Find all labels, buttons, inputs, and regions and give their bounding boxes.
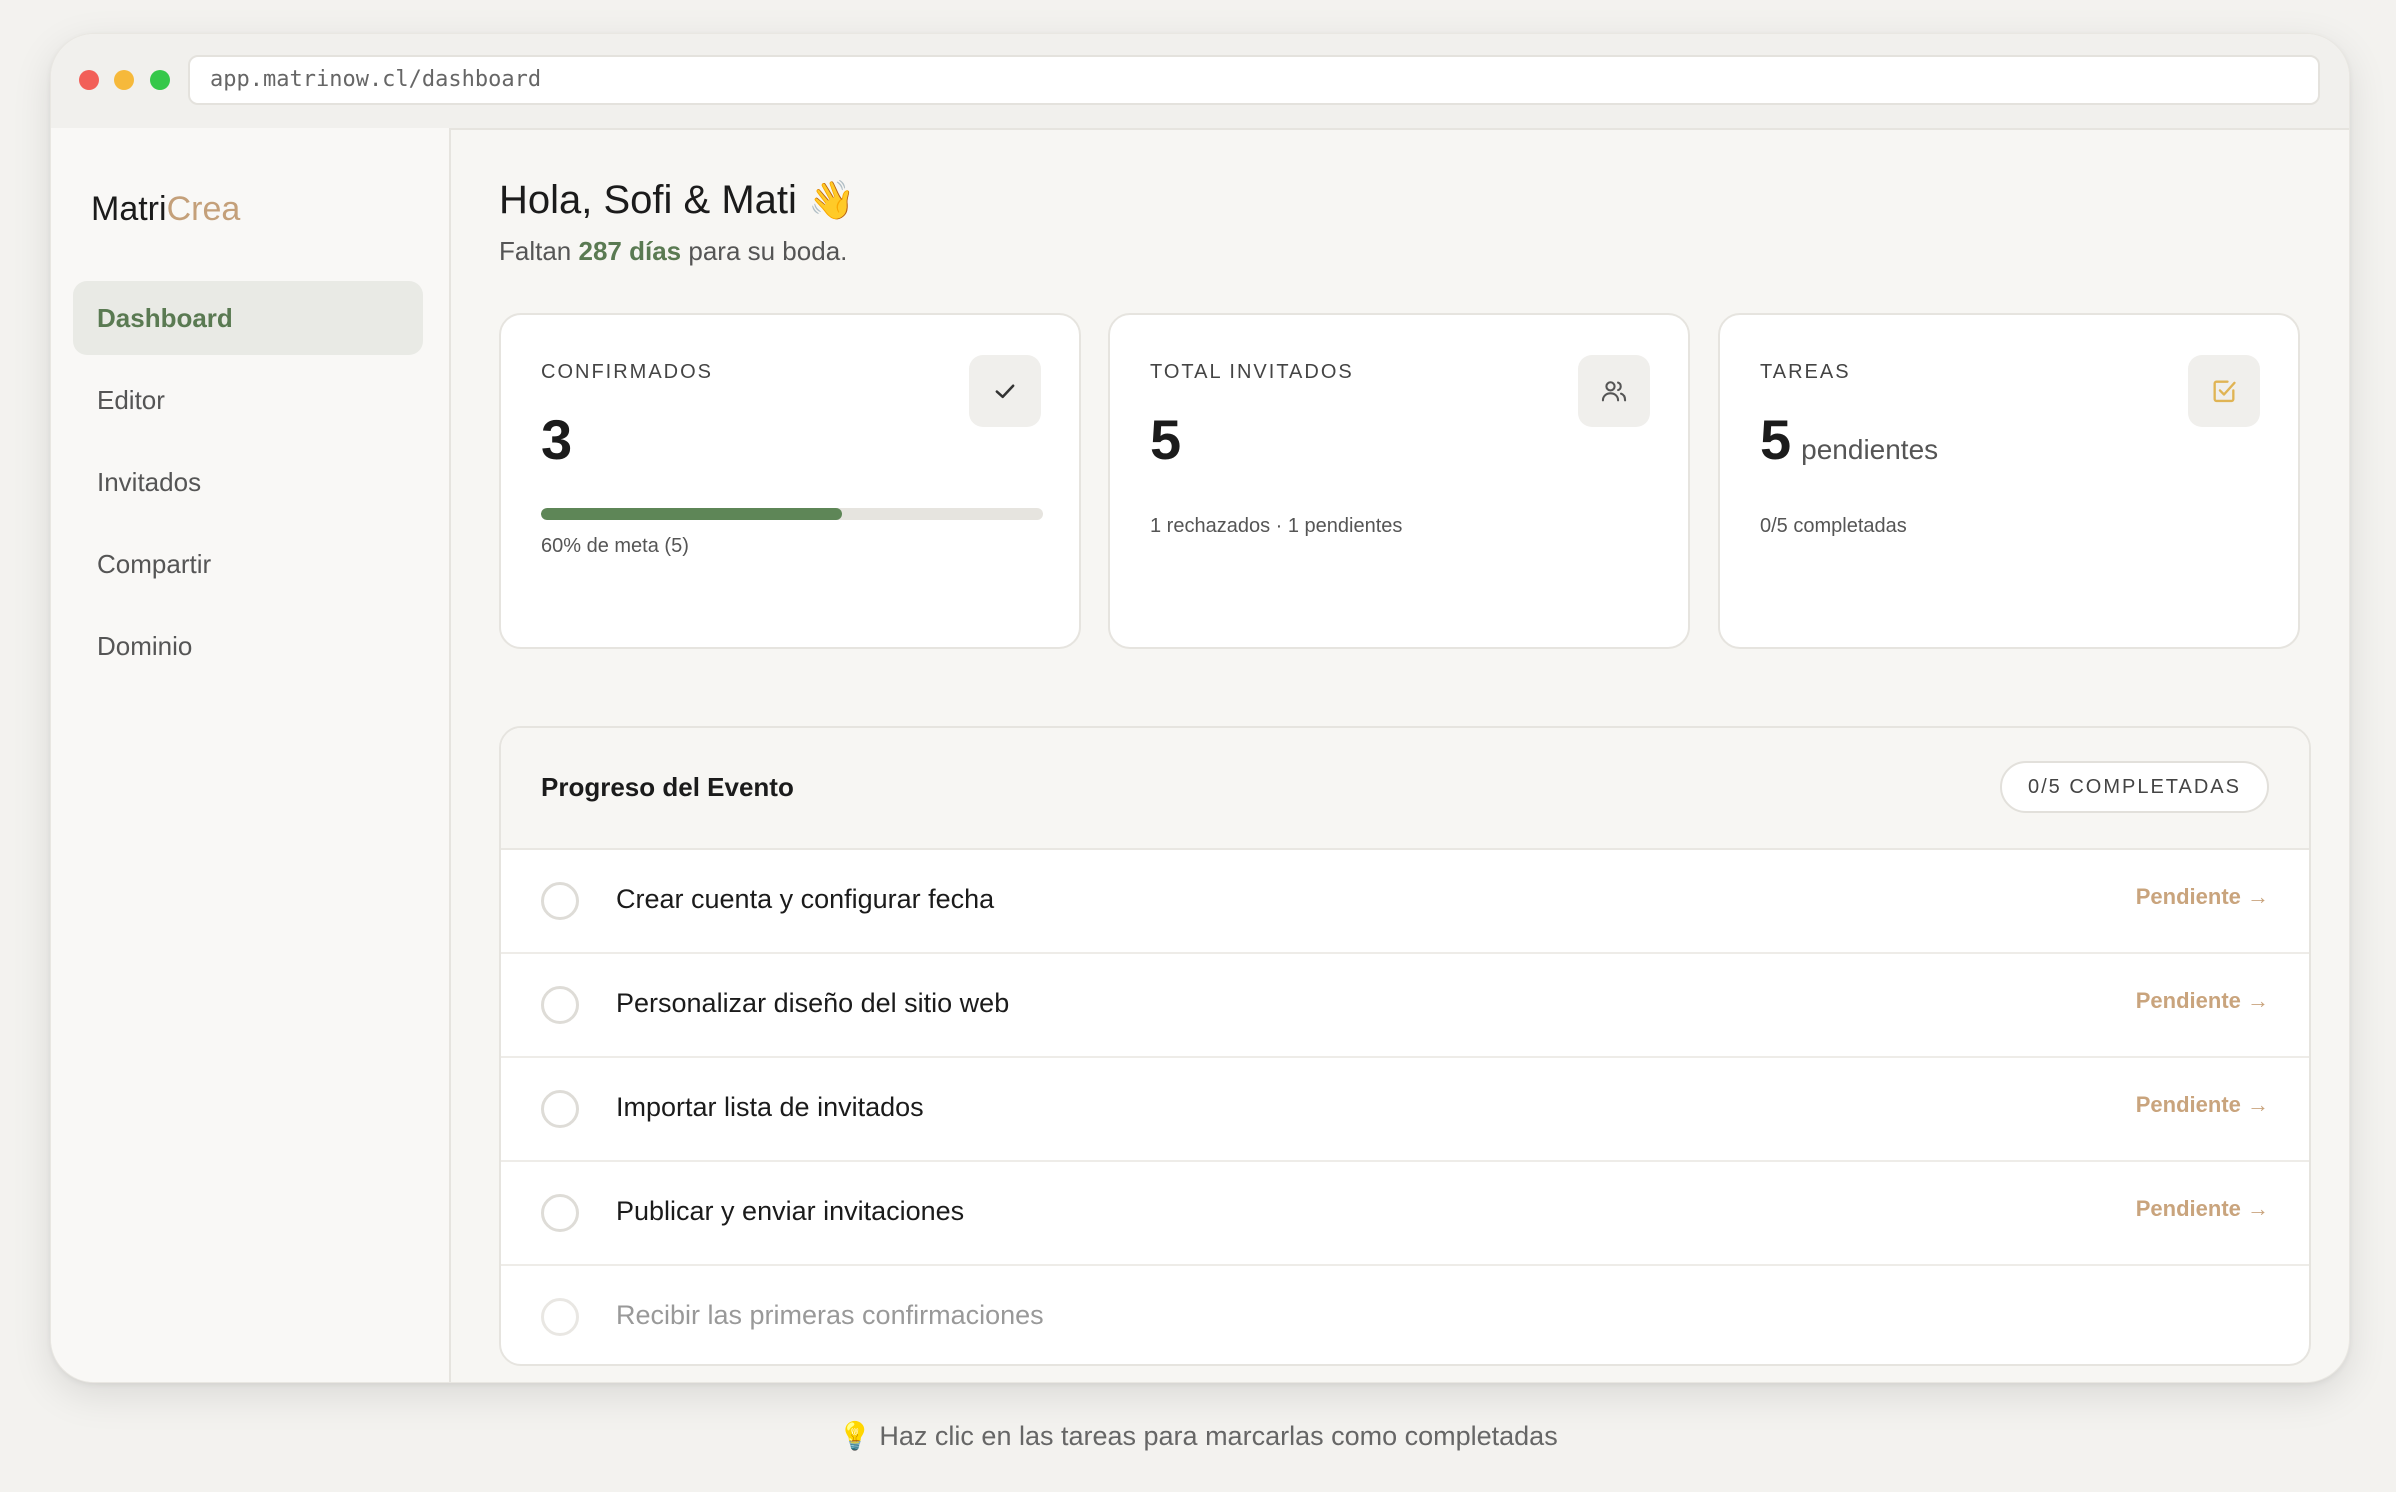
sidebar-item-dashboard[interactable]: Dashboard <box>73 281 423 355</box>
panel-header: Progreso del Evento 0/5 COMPLETADAS <box>501 728 2309 850</box>
task-checkbox[interactable] <box>541 1194 579 1232</box>
card-value: 3 <box>541 408 573 471</box>
card-confirmados: CONFIRMADOS 3 60% de meta (5) <box>499 313 1081 649</box>
users-icon <box>1578 355 1650 427</box>
task-row[interactable]: Crear cuenta y configurar fecha Pendient… <box>501 850 2309 954</box>
countdown-suffix: para su boda. <box>681 236 848 266</box>
task-status-link[interactable]: Pendiente → <box>2136 884 2269 910</box>
task-checkbox[interactable] <box>541 1298 579 1336</box>
task-row[interactable]: Recibir las primeras confirmaciones <box>501 1266 2309 1364</box>
page-title: Hola, Sofi & Mati 👋 <box>499 178 855 223</box>
browser-window: app.matrinow.cl/dashboard MatriCrea Dash… <box>50 33 2350 1383</box>
card-label: CONFIRMADOS <box>541 361 713 383</box>
maximize-window-button[interactable] <box>150 70 170 90</box>
task-label: Personalizar diseño del sitio web <box>616 988 1010 1018</box>
sidebar: MatriCrea Dashboard Editor Invitados Com… <box>51 128 451 1382</box>
task-row[interactable]: Importar lista de invitados Pendiente → <box>501 1058 2309 1162</box>
countdown-text: Faltan 287 días para su boda. <box>499 236 847 267</box>
confirmation-progress-bar <box>541 508 1043 520</box>
browser-titlebar: app.matrinow.cl/dashboard <box>51 34 2349 130</box>
task-label: Publicar y enviar invitaciones <box>616 1196 965 1226</box>
card-value-unit: pendientes <box>1801 434 1939 465</box>
panel-title: Progreso del Evento <box>541 772 794 802</box>
task-label: Crear cuenta y configurar fecha <box>616 884 995 914</box>
sidebar-item-compartir[interactable]: Compartir <box>73 527 423 601</box>
card-meta: 0/5 completadas <box>1760 515 1907 537</box>
card-value-number: 5 <box>1760 408 1792 471</box>
sidebar-item-editor[interactable]: Editor <box>73 363 423 437</box>
card-meta: 60% de meta (5) <box>541 535 689 557</box>
task-checkbox[interactable] <box>541 1090 579 1128</box>
task-status-link[interactable]: Pendiente → <box>2136 988 2269 1014</box>
task-row[interactable]: Publicar y enviar invitaciones Pendiente… <box>501 1162 2309 1266</box>
task-status-link[interactable]: Pendiente → <box>2136 1092 2269 1118</box>
completion-badge: 0/5 COMPLETADAS <box>1999 761 2269 813</box>
task-row[interactable]: Personalizar diseño del sitio web Pendie… <box>501 954 2309 1058</box>
card-label: TAREAS <box>1760 361 1851 383</box>
event-progress-panel: Progreso del Evento 0/5 COMPLETADAS Crea… <box>499 726 2311 1366</box>
logo-main: Matri <box>91 190 167 228</box>
task-label: Importar lista de invitados <box>616 1092 924 1122</box>
countdown-prefix: Faltan <box>499 236 579 266</box>
minimize-window-button[interactable] <box>114 70 134 90</box>
footer-hint: 💡 Haz clic en las tareas para marcarlas … <box>838 1421 1558 1451</box>
sidebar-item-invitados[interactable]: Invitados <box>73 445 423 519</box>
task-label: Recibir las primeras confirmaciones <box>616 1300 1044 1330</box>
close-window-button[interactable] <box>79 70 99 90</box>
card-tareas: TAREAS 5 pendientes 0/5 completadas <box>1718 313 2300 649</box>
address-bar[interactable]: app.matrinow.cl/dashboard <box>188 55 2320 105</box>
progress-fill <box>541 508 843 520</box>
logo[interactable]: MatriCrea <box>91 190 240 229</box>
sidebar-item-dominio[interactable]: Dominio <box>73 609 423 683</box>
greeting-text: Hola, Sofi & Mati <box>499 178 797 222</box>
days-remaining: 287 días <box>578 236 682 266</box>
logo-accent: Crea <box>166 190 241 228</box>
check-icon <box>969 355 1041 427</box>
card-meta: 1 rechazados · 1 pendientes <box>1150 515 1403 537</box>
card-label: TOTAL INVITADOS <box>1150 361 1354 383</box>
task-checkbox[interactable] <box>541 986 579 1024</box>
wave-icon: 👋 <box>808 180 856 222</box>
checkbox-icon <box>2188 355 2260 427</box>
sidebar-nav: Dashboard Editor Invitados Compartir Dom… <box>73 281 423 691</box>
card-value: 5 <box>1150 408 1182 471</box>
card-total-invitados: TOTAL INVITADOS 5 1 rechazados · 1 pendi… <box>1108 313 1690 649</box>
task-checkbox[interactable] <box>541 882 579 920</box>
task-status-link[interactable]: Pendiente → <box>2136 1196 2269 1222</box>
card-value: 5 pendientes <box>1760 407 1938 472</box>
